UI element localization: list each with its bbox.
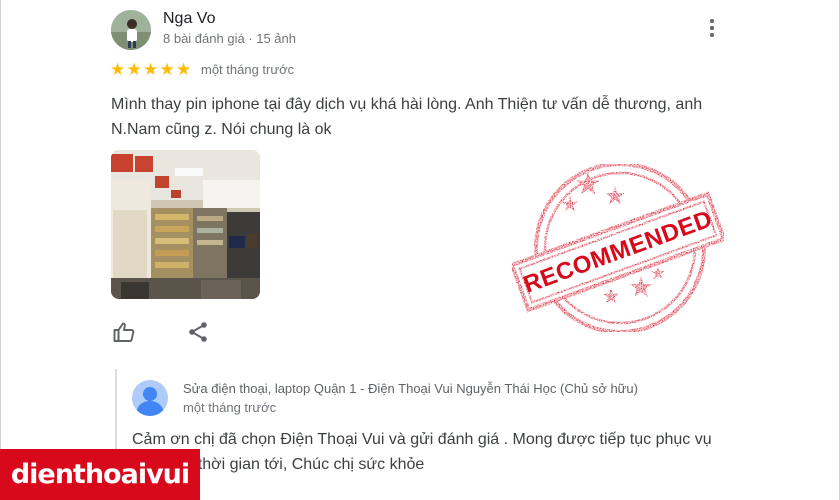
- share-icon[interactable]: [186, 320, 210, 344]
- review-text: Mình thay pin iphone tại đây dịch vụ khá…: [111, 96, 703, 138]
- star-icon: ★: [176, 60, 192, 79]
- owner-avatar[interactable]: [132, 380, 168, 416]
- thumbs-up-icon[interactable]: [112, 320, 136, 344]
- reviewer-name[interactable]: Nga Vo: [163, 10, 215, 28]
- more-vertical-icon[interactable]: [700, 16, 724, 42]
- reviewer-avatar[interactable]: [111, 10, 151, 50]
- brand-logo: dienthoaivui: [0, 449, 200, 500]
- review-photo[interactable]: [111, 150, 260, 299]
- review-date: một tháng trước: [201, 62, 295, 77]
- frame-border-left: [0, 0, 1, 500]
- star-icon: ★: [143, 60, 159, 79]
- owner-reply-date: một tháng trước: [183, 400, 277, 415]
- recommended-stamp: RECOMMENDED: [508, 158, 728, 338]
- reviewer-meta: 8 bài đánh giá · 15 ảnh: [163, 31, 296, 46]
- star-icon: ★: [110, 60, 126, 79]
- owner-reply-text: Cảm ơn chị đã chọn Điện Thoại Vui và gửi…: [132, 431, 712, 473]
- star-icon: ★: [126, 60, 142, 79]
- star-rating: ★ ★ ★ ★ ★: [110, 60, 193, 80]
- owner-name[interactable]: Sửa điện thoại, laptop Quận 1 - Điện Tho…: [183, 381, 638, 396]
- star-icon: ★: [159, 60, 175, 79]
